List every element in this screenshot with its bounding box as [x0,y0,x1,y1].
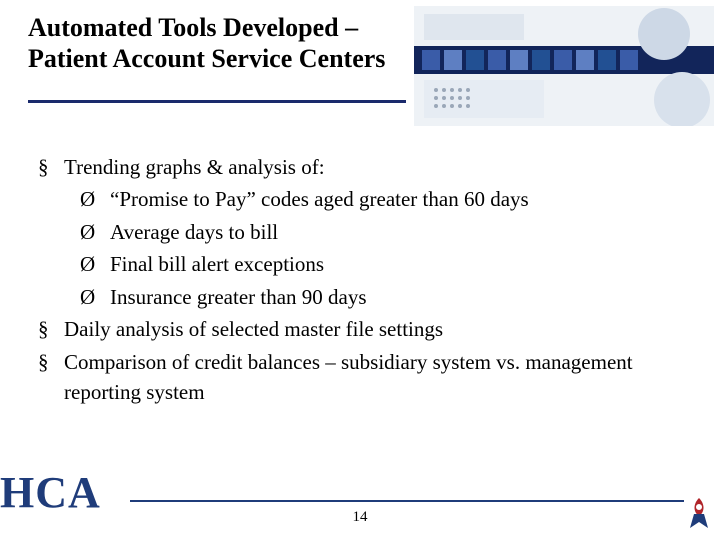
slide-body: Trending graphs & analysis of: “Promise … [38,152,678,410]
bullet-level2: “Promise to Pay” codes aged greater than… [38,184,678,214]
page-number: 14 [0,509,720,526]
bullet-text: “Promise to Pay” codes aged greater than… [110,187,529,211]
bullet-text: Daily analysis of selected master file s… [64,317,443,341]
bullet-level1: Daily analysis of selected master file s… [38,314,678,344]
bullet-text: Comparison of credit balances – subsidia… [64,350,633,404]
slide-title: Automated Tools Developed – Patient Acco… [28,12,408,74]
bullet-level2: Insurance greater than 90 days [38,282,678,312]
title-underline [28,100,406,103]
bullet-text: Final bill alert exceptions [110,252,324,276]
title-line-2: Patient Account Service Centers [28,44,385,73]
bullet-level2: Final bill alert exceptions [38,249,678,279]
footer-rule [130,500,684,502]
bullet-level2: Average days to bill [38,217,678,247]
bullet-text: Insurance greater than 90 days [110,285,367,309]
bullet-level1: Trending graphs & analysis of: [38,152,678,182]
slide: Automated Tools Developed – Patient Acco… [0,0,720,540]
bullet-level1: Comparison of credit balances – subsidia… [38,347,678,408]
title-line-1: Automated Tools Developed – [28,13,358,42]
bullet-text: Trending graphs & analysis of: [64,155,325,179]
bullet-text: Average days to bill [110,220,278,244]
header-decorative-image [414,6,714,126]
